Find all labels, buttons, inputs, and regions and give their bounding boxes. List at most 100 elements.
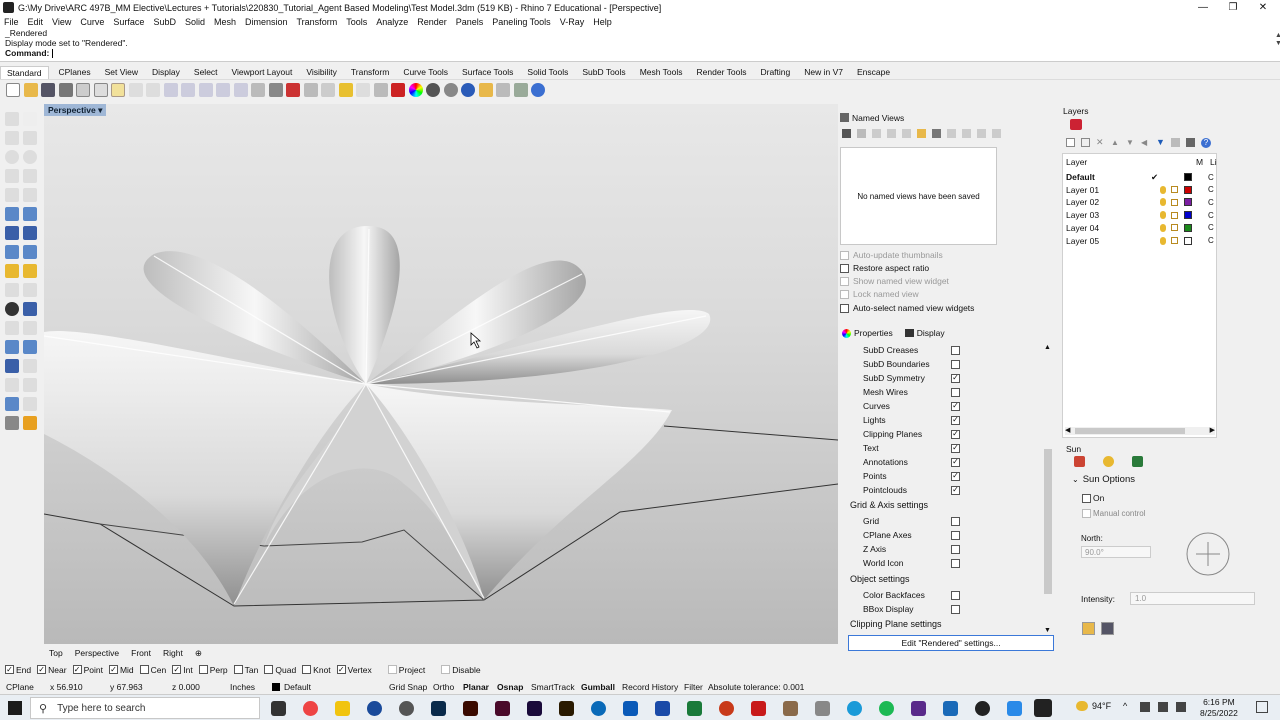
tab-select[interactable]: Select bbox=[194, 67, 218, 77]
save-view-icon[interactable] bbox=[842, 129, 851, 138]
tray-chevron-icon[interactable]: ^ bbox=[1123, 701, 1127, 711]
menu-transform[interactable]: Transform bbox=[297, 17, 338, 27]
layer-linetype[interactable]: C bbox=[1208, 223, 1214, 232]
options-icon[interactable] bbox=[478, 82, 493, 97]
paste-view-icon[interactable] bbox=[902, 129, 911, 138]
layer-color-swatch[interactable] bbox=[1184, 211, 1192, 220]
menu-panels[interactable]: Panels bbox=[456, 17, 484, 27]
setting-checkbox[interactable]: ✓ bbox=[951, 457, 960, 467]
layer-linetype[interactable]: C bbox=[1208, 211, 1214, 220]
menu-tools[interactable]: Tools bbox=[346, 17, 367, 27]
document-properties-icon[interactable] bbox=[496, 82, 510, 97]
setting-checkbox[interactable]: ✓ bbox=[951, 401, 960, 411]
layer-name[interactable]: Layer 02 bbox=[1066, 197, 1099, 207]
setting-checkbox[interactable] bbox=[951, 530, 960, 540]
minimize-button[interactable]: — bbox=[1188, 0, 1218, 15]
skype-icon[interactable] bbox=[847, 701, 862, 716]
smarttrack-toggle[interactable]: SmartTrack bbox=[531, 682, 575, 692]
tab-curve-tools[interactable]: Curve Tools bbox=[403, 67, 448, 77]
compass-icon[interactable] bbox=[1184, 530, 1232, 578]
polyline-icon[interactable] bbox=[5, 131, 19, 145]
layer-linetype[interactable]: C bbox=[1208, 236, 1214, 245]
app4-icon[interactable] bbox=[943, 701, 958, 716]
browser-icon[interactable] bbox=[367, 701, 382, 716]
layer-row[interactable]: Layer 03 C bbox=[1066, 209, 1216, 221]
lock-icon[interactable] bbox=[373, 82, 388, 97]
taskbar-search[interactable]: ⚲ Type here to search bbox=[30, 697, 260, 719]
move-icon[interactable] bbox=[23, 283, 37, 297]
option-checkbox[interactable] bbox=[840, 289, 849, 299]
viewport-menu-icon[interactable]: ▾ bbox=[98, 105, 102, 115]
import-view-icon[interactable] bbox=[917, 129, 926, 138]
osnap-checkbox[interactable] bbox=[139, 665, 149, 674]
scroll-up-icon[interactable]: ▲ bbox=[1044, 344, 1051, 351]
zoom-extents-icon[interactable] bbox=[216, 82, 230, 97]
osnap-checkbox[interactable] bbox=[441, 665, 451, 674]
light-tool-icon[interactable] bbox=[23, 416, 37, 430]
save-icon[interactable] bbox=[41, 82, 55, 97]
menu-subd[interactable]: SubD bbox=[153, 17, 176, 27]
setting-checkbox[interactable] bbox=[951, 387, 960, 397]
named-views-list[interactable]: No named views have been saved bbox=[840, 147, 997, 245]
surface-icon[interactable] bbox=[5, 207, 19, 221]
analyze-icon[interactable] bbox=[5, 397, 19, 411]
display-setting-row[interactable]: BBox Display bbox=[863, 604, 1043, 614]
layer-name[interactable]: Layer 03 bbox=[1066, 210, 1099, 220]
paste-icon[interactable] bbox=[111, 82, 125, 97]
layer-color-swatch[interactable] bbox=[1184, 185, 1192, 194]
named-view-option[interactable]: Show named view widget bbox=[840, 276, 949, 286]
setting-checkbox[interactable]: ✓ bbox=[951, 429, 960, 439]
tab-standard[interactable]: Standard bbox=[0, 65, 49, 79]
display-setting-row[interactable]: Pointclouds ✓ bbox=[863, 485, 1043, 495]
four-viewports-icon[interactable] bbox=[268, 82, 283, 97]
scroll-down-icon[interactable]: ▼ bbox=[1044, 627, 1051, 634]
layer-name[interactable]: Layer 04 bbox=[1066, 223, 1099, 233]
command-input[interactable] bbox=[51, 49, 53, 59]
layer-color-swatch[interactable] bbox=[1184, 223, 1192, 232]
explode-icon[interactable] bbox=[23, 340, 37, 354]
freeform-curve-icon[interactable] bbox=[23, 188, 37, 202]
named-view-option[interactable]: Restore aspect ratio bbox=[840, 263, 929, 273]
notifications-icon[interactable] bbox=[1256, 701, 1268, 713]
maximize-button[interactable]: ❐ bbox=[1218, 0, 1248, 15]
tab-transform[interactable]: Transform bbox=[351, 67, 389, 77]
move-down-icon[interactable]: ▼ bbox=[1126, 138, 1135, 147]
setting-checkbox[interactable]: ✓ bbox=[951, 373, 960, 383]
delete-layer-icon[interactable]: ✕ bbox=[1096, 138, 1105, 147]
sun-on-checkbox[interactable] bbox=[1082, 493, 1091, 503]
zoom-icon[interactable] bbox=[1007, 701, 1022, 716]
sun-environment-icon[interactable] bbox=[1132, 456, 1143, 467]
chrome-icon[interactable] bbox=[303, 701, 318, 716]
box-solid-icon[interactable] bbox=[5, 226, 19, 240]
photoshop-icon[interactable] bbox=[431, 701, 446, 716]
north-input[interactable]: 90.0° bbox=[1081, 546, 1151, 558]
sun-on-row[interactable]: On bbox=[1082, 493, 1104, 503]
visibility-bulb-icon[interactable] bbox=[1160, 198, 1166, 207]
light-icon[interactable] bbox=[356, 82, 370, 97]
sun-settings-icon[interactable] bbox=[1074, 456, 1085, 467]
setting-checkbox[interactable]: ✓ bbox=[951, 415, 960, 425]
tab-viewport-layout[interactable]: Viewport Layout bbox=[232, 67, 293, 77]
excel-icon[interactable] bbox=[687, 701, 702, 716]
save-sun-icon[interactable] bbox=[1101, 622, 1114, 635]
display-setting-row[interactable]: Mesh Wires bbox=[863, 387, 1043, 397]
status-units[interactable]: Inches bbox=[230, 682, 255, 692]
setting-checkbox[interactable]: ✓ bbox=[951, 471, 960, 481]
layers-icon[interactable] bbox=[1070, 119, 1082, 130]
surface-edit-icon[interactable] bbox=[23, 207, 37, 221]
command-prompt[interactable]: Command: bbox=[0, 48, 1280, 59]
app-icon[interactable] bbox=[399, 701, 414, 716]
display-setting-row[interactable]: Grid bbox=[863, 516, 1043, 526]
app2-icon[interactable] bbox=[783, 701, 798, 716]
render-icon[interactable] bbox=[5, 416, 19, 430]
osnap-perp[interactable]: Perp bbox=[198, 665, 228, 675]
osnap-checkbox[interactable] bbox=[198, 665, 208, 674]
osnap-int[interactable]: ✓ Int bbox=[172, 665, 193, 675]
perspective-viewport[interactable] bbox=[44, 104, 838, 644]
history-scrollbar[interactable]: ▲ ▼ bbox=[1270, 32, 1280, 58]
tab-render-tools[interactable]: Render Tools bbox=[697, 67, 747, 77]
help-icon[interactable] bbox=[531, 82, 545, 97]
trim-icon[interactable] bbox=[5, 321, 19, 335]
weather-widget[interactable]: 94°F bbox=[1076, 701, 1111, 711]
app3-icon[interactable] bbox=[815, 701, 830, 716]
